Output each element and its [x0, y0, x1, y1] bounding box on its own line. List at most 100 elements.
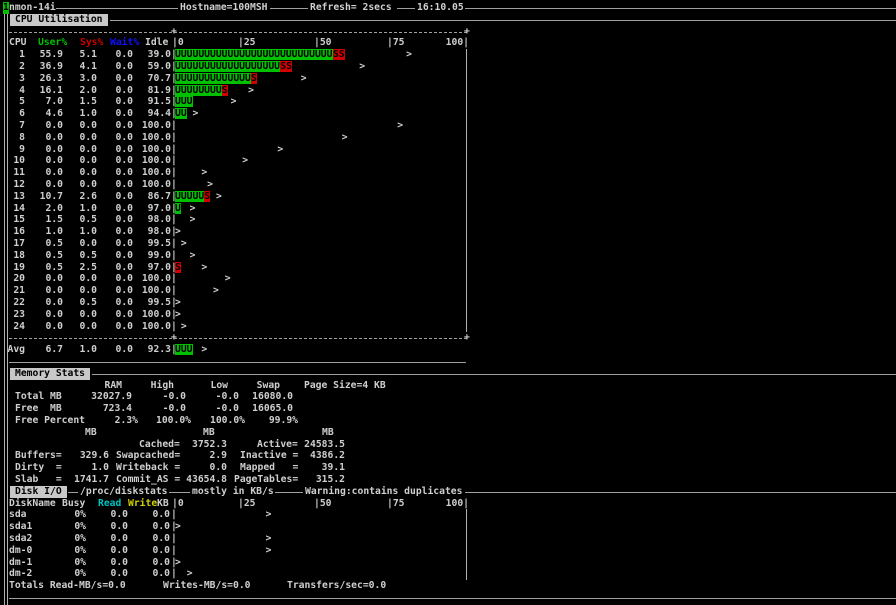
wait-percent: 0.0 [115, 120, 134, 131]
peak-marker: > [359, 61, 366, 72]
sys-percent: 2.6 [79, 190, 98, 202]
bar-separator: | [171, 320, 177, 332]
disk-io-tab: Disk I/O [10, 485, 67, 498]
sys-bar: SS [280, 61, 292, 72]
memory-stat-label: Slab = [15, 474, 62, 485]
peak-marker: > [175, 308, 181, 320]
bar-separator: | [171, 273, 177, 285]
sys-percent: 0.0 [79, 179, 98, 190]
wait-percent: 0.0 [115, 131, 134, 143]
disk-write: 0.0 [152, 533, 171, 544]
memory-value: -0.0 [215, 403, 239, 415]
memory-stat-value: 1.0 [91, 462, 110, 474]
user-percent: 10.7 [39, 190, 63, 202]
sys-percent: 0.5 [79, 214, 98, 226]
sys-percent: 4.1 [79, 61, 98, 72]
peak-marker: > [213, 285, 219, 297]
wait-percent: 0.0 [115, 108, 134, 120]
disk-read: 0.0 [110, 544, 129, 556]
left-border-inner [7, 8, 8, 605]
peak-marker: > [265, 544, 272, 556]
memory-stat-value: 24583.5 [304, 438, 345, 450]
scale-tick: |50 [314, 37, 332, 49]
user-percent: 0.0 [45, 155, 64, 167]
idle-percent: 98.0 [147, 214, 171, 226]
memory-value: 100.0% [156, 415, 191, 426]
wait-percent: 0.0 [115, 167, 134, 179]
idle-percent: 100.0 [141, 285, 171, 297]
memory-value: 16080.0 [252, 391, 293, 403]
cpu-id: 15 [13, 214, 25, 226]
disk-busy: 0% [74, 556, 86, 568]
cpu-id: 6 [19, 108, 25, 120]
memory-stat-value: 2.9 [209, 450, 228, 462]
peak-marker: > [201, 344, 208, 356]
column-header-read: Read [98, 497, 122, 509]
column-header-busy: Busy [62, 497, 86, 509]
sys-percent: 0.0 [79, 155, 98, 167]
idle-percent: 100.0 [141, 120, 171, 131]
totals-write: Writes-MB/s=0.0 [163, 580, 251, 592]
user-bar: UU [175, 108, 187, 120]
cpu-id: 7 [19, 120, 25, 131]
user-bar: UUUUUUUUUUUUUUUUUUUUUUUUUUU [175, 49, 333, 61]
peak-marker: > [175, 521, 181, 533]
peak-marker: > [224, 273, 231, 285]
peak-marker: > [265, 509, 272, 521]
memory-stats-tab: Memory Stats [10, 367, 90, 380]
cpu-utilisation-tab: CPU Utilisation [10, 13, 108, 26]
disk-name: dm-2 [9, 568, 33, 580]
idle-percent: 97.0 [147, 202, 171, 214]
sys-percent: 0.0 [79, 120, 98, 131]
wait-percent: 0.0 [115, 249, 134, 261]
bar-separator: | [171, 120, 177, 131]
wait-percent: 0.0 [115, 297, 134, 308]
disk-write: 0.0 [152, 521, 171, 533]
right-border [466, 49, 467, 333]
column-header-write: Write [128, 497, 158, 509]
cpu-id: 18 [13, 249, 25, 261]
peak-marker: > [341, 131, 348, 143]
plus-mark: + [464, 25, 470, 37]
idle-percent: 92.3 [147, 344, 171, 356]
sys-percent: 1.5 [79, 96, 98, 108]
divider [68, 491, 78, 493]
memory-value: 100.0% [210, 415, 245, 426]
sys-bar: S [251, 72, 257, 84]
column-header-user: User% [38, 37, 68, 49]
divider [9, 598, 896, 599]
peak-marker: > [192, 108, 199, 120]
user-percent: 55.9 [39, 49, 63, 61]
user-percent: 0.0 [45, 143, 64, 155]
disk-read: 0.0 [110, 556, 129, 568]
sys-percent: 0.0 [79, 285, 98, 297]
idle-percent: 99.0 [147, 249, 171, 261]
scale-tick: 100| [445, 497, 469, 509]
memory-stat-value: 0.0 [209, 462, 228, 474]
memory-stat-label: Dirty = [15, 462, 62, 474]
user-percent: 0.0 [45, 308, 64, 320]
disk-right-border [466, 509, 467, 581]
nmon-terminal[interactable]: 1 nmon-14i Hostname=100MSH Refresh= 2secs 16… [0, 0, 896, 605]
memory-row-label: Free MB [15, 403, 62, 415]
sys-bar: S [204, 190, 211, 202]
refresh-label: Refresh= 2secs [310, 2, 392, 13]
peak-marker: > [277, 143, 284, 155]
memory-stat-label: Mapped = [240, 462, 299, 474]
column-header-kb: KB [157, 497, 169, 509]
cpu-id: 14 [13, 202, 25, 214]
divider [397, 8, 415, 9]
disk-name: sda1 [9, 521, 33, 533]
user-bar: UUU [175, 96, 193, 108]
sys-percent: 0.0 [79, 131, 98, 143]
wait-percent: 0.0 [115, 202, 134, 214]
idle-percent: 100.0 [141, 167, 171, 179]
memory-value: 16065.0 [252, 403, 293, 415]
plus-mark: + [171, 25, 177, 37]
cpu-id: 21 [13, 285, 25, 297]
user-percent: 0.5 [45, 261, 64, 273]
bar-separator: | [171, 143, 177, 155]
idle-percent: 99.5 [147, 238, 171, 249]
memory-value: -0.0 [162, 391, 186, 403]
wait-percent: 0.0 [115, 155, 134, 167]
